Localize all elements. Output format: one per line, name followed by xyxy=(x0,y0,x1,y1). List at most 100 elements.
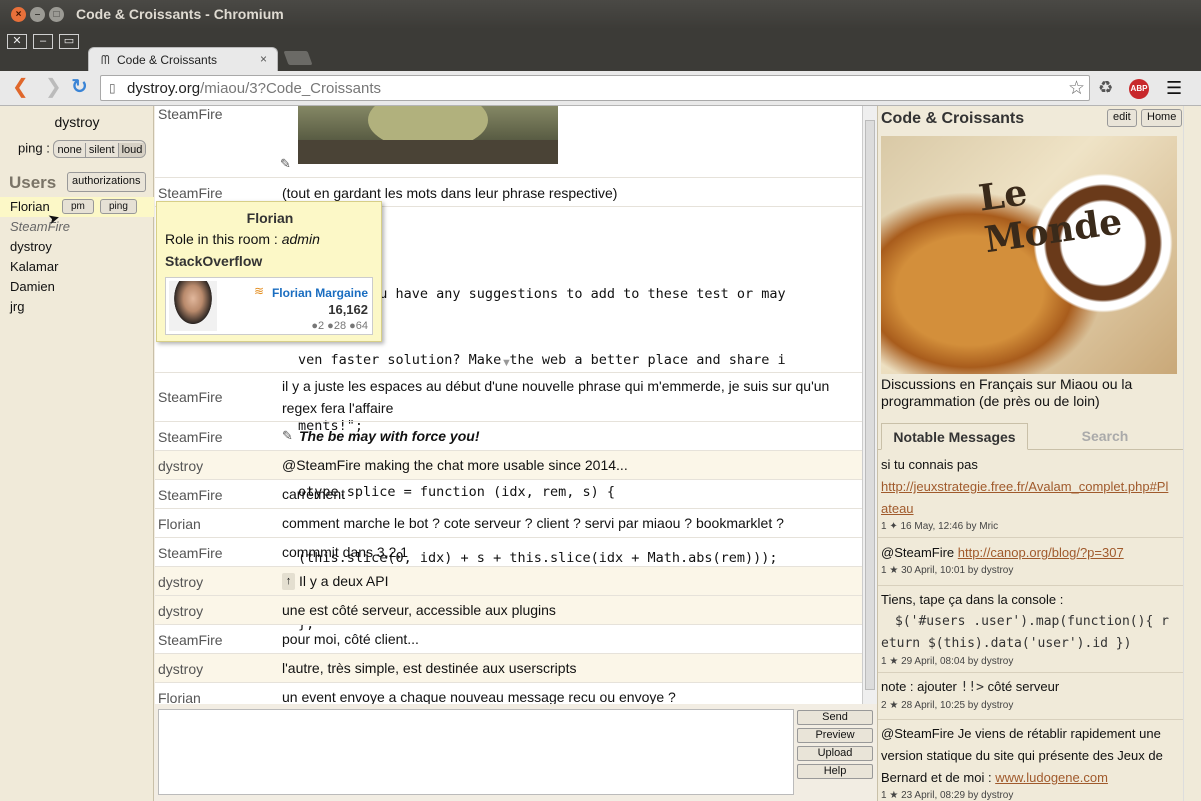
room-panel: Code & Croissants edit Home Le Monde Dis… xyxy=(877,106,1184,801)
so-user-name[interactable]: Florian Margaine xyxy=(272,286,368,300)
user-item-dystroy[interactable]: dystroy xyxy=(10,239,52,254)
tooltip-role: Role in this room : admin xyxy=(165,231,320,247)
edit-pencil-icon[interactable]: ✎ xyxy=(280,156,291,172)
message-author: Florian xyxy=(158,516,201,532)
notable-text: @SteamFire Je viens de rétablir rapideme… xyxy=(881,726,1161,741)
newspaper-masthead: Le Monde xyxy=(976,171,1125,262)
message-content: une est côté serveur, accessible aux plu… xyxy=(282,602,556,618)
edit-button[interactable]: edit xyxy=(1107,109,1137,127)
notable-text: Tiens, tape ça dans la console : xyxy=(881,592,1064,607)
recycle-extension-icon[interactable]: ♻ xyxy=(1098,78,1113,98)
stackoverflow-card[interactable]: ≋ Florian Margaine 16,162 ●2 ●28 ●64 xyxy=(165,277,373,335)
notable-link[interactable]: www.ludogene.com xyxy=(995,770,1108,785)
help-button[interactable]: Help xyxy=(797,764,873,779)
notable-message[interactable]: note : ajouter !!> côté serveur 2 ★ 28 A… xyxy=(878,674,1184,720)
forward-icon[interactable]: ❯ xyxy=(45,77,62,97)
upload-button[interactable]: Upload xyxy=(797,746,873,761)
restore-icon[interactable]: ▭ xyxy=(59,34,79,49)
ping-selector[interactable]: none silent loud xyxy=(53,140,147,158)
notable-message[interactable]: si tu connais pas http://jeuxstrategie.f… xyxy=(878,454,1184,538)
close-icon[interactable]: ✕ xyxy=(7,34,27,49)
bookmark-star-icon[interactable]: ☆ xyxy=(1068,77,1085,100)
message[interactable]: SteamFire ✎ xyxy=(155,106,862,178)
notable-meta: 2 ★ 28 April, 10:25 by dystroy xyxy=(881,700,1014,711)
notable-message[interactable]: Tiens, tape ça dans la console : $('#use… xyxy=(878,587,1184,673)
menu-icon[interactable]: ☰ xyxy=(1166,78,1182,99)
message-author: SteamFire xyxy=(158,106,223,122)
stackoverflow-label: StackOverflow xyxy=(165,253,263,269)
notable-link[interactable]: http://jeuxstrategie.free.fr/Avalam_comp… xyxy=(881,479,1168,494)
scrollbar-thumb[interactable] xyxy=(865,120,875,690)
message-author: dystroy xyxy=(158,458,204,474)
message-author: dystroy xyxy=(158,603,204,619)
window-title: Code & Croissants - Chromium xyxy=(76,6,284,22)
message-content: @SteamFire making the chat more usable s… xyxy=(282,457,628,473)
message[interactable]: SteamFire carrément xyxy=(155,480,862,509)
back-icon[interactable]: ❮ xyxy=(12,77,29,97)
message[interactable]: dystroy @SteamFire making the chat more … xyxy=(155,451,862,480)
expand-arrow-icon[interactable]: ▼ xyxy=(501,357,512,369)
notable-message[interactable]: @SteamFire http://canop.org/blog/?p=307 … xyxy=(878,540,1184,586)
user-item-kalamar[interactable]: Kalamar xyxy=(10,259,58,274)
window-minimize-button[interactable]: – xyxy=(30,7,45,22)
message[interactable]: SteamFire il y a juste les espaces au dé… xyxy=(155,373,862,422)
notable-text-cont: côté serveur xyxy=(987,679,1060,694)
notable-text-cont: version statique du site qui présente de… xyxy=(881,748,1163,763)
message[interactable]: Florian comment marche le bot ? cote ser… xyxy=(155,509,862,538)
home-button[interactable]: Home xyxy=(1141,109,1183,127)
user-item-damien[interactable]: Damien xyxy=(10,279,55,294)
page-scrollbar[interactable] xyxy=(1183,106,1201,801)
notable-message[interactable]: @SteamFire Je viens de rétablir rapideme… xyxy=(878,721,1184,801)
panel-tabs: Notable Messages Search xyxy=(878,423,1184,450)
message[interactable]: Florian un event envoye a chaque nouveau… xyxy=(155,683,862,704)
message-content: pour moi, côté client... xyxy=(282,631,419,647)
message[interactable]: dystroy ↑ Il y a deux API xyxy=(155,567,862,596)
message-content: (tout en gardant les mots dans leur phra… xyxy=(282,185,618,201)
users-header: Users xyxy=(9,173,57,192)
miaou-favicon-icon: ᗰ xyxy=(101,53,110,67)
user-item-florian[interactable]: Florian pm ping xyxy=(0,197,154,217)
message-content: carrément xyxy=(282,486,346,502)
chat-scrollbar[interactable] xyxy=(862,106,877,704)
window-maximize-button[interactable]: □ xyxy=(49,7,64,22)
pm-button[interactable]: pm xyxy=(62,199,94,214)
notable-text: si tu connais pas xyxy=(881,457,978,472)
page-icon: ▯ xyxy=(109,81,116,95)
user-item-jrg[interactable]: jrg xyxy=(10,299,24,314)
message-content: Il y a deux API xyxy=(299,573,389,589)
message[interactable]: dystroy l'autre, très simple, est destin… xyxy=(155,654,862,683)
message-author: SteamFire xyxy=(158,487,223,503)
message[interactable]: SteamFire ✎ The be may with force you! xyxy=(155,422,862,451)
message[interactable]: SteamFire commmit dans 3,2,1 xyxy=(155,538,862,567)
message-input[interactable] xyxy=(158,709,794,795)
notable-link[interactable]: http://canop.org/blog/?p=307 xyxy=(958,545,1124,560)
message-content: l'autre, très simple, est destinée aux u… xyxy=(282,660,577,676)
role-label: Role in this room : xyxy=(165,231,278,247)
message[interactable]: dystroy une est côté serveur, accessible… xyxy=(155,596,862,625)
send-button[interactable]: Send xyxy=(797,710,873,725)
notable-link-cont[interactable]: ateau xyxy=(881,501,914,516)
window-close-button[interactable]: × xyxy=(11,7,26,22)
browser-tab[interactable]: ᗰ Code & Croissants × xyxy=(88,47,278,71)
notable-messages-list: si tu connais pas http://jeuxstrategie.f… xyxy=(878,450,1184,801)
authorizations-button[interactable]: authorizations xyxy=(67,172,146,192)
preview-button[interactable]: Preview xyxy=(797,728,873,743)
message-content: il y a juste les espaces au début d'une … xyxy=(282,378,830,394)
browser-toolbar: ❮ ❯ ↻ ▯ dystroy.org/miaou/3?Code_Croissa… xyxy=(0,71,1201,106)
ping-loud[interactable]: loud xyxy=(118,143,146,157)
reload-icon[interactable]: ↻ xyxy=(71,77,88,97)
adblock-icon[interactable]: ABP xyxy=(1129,79,1149,99)
tab-notable-messages[interactable]: Notable Messages xyxy=(881,423,1028,450)
ping-button[interactable]: ping xyxy=(100,199,137,214)
minimize-icon[interactable]: – xyxy=(33,34,53,49)
tab-title: Code & Croissants xyxy=(117,53,218,67)
reply-arrow-icon[interactable]: ↑ xyxy=(282,573,295,590)
new-tab-button[interactable] xyxy=(283,51,313,65)
ping-none[interactable]: none xyxy=(54,143,86,157)
tab-search[interactable]: Search xyxy=(1038,423,1172,450)
ping-silent[interactable]: silent xyxy=(86,143,119,157)
address-bar[interactable]: ▯ dystroy.org/miaou/3?Code_Croissants ☆ xyxy=(100,75,1090,101)
message[interactable]: SteamFire pour moi, côté client... xyxy=(155,625,862,654)
left-panel: dystroy ping : none silent loud Users auth… xyxy=(0,106,154,801)
tab-close-icon[interactable]: × xyxy=(260,52,267,66)
